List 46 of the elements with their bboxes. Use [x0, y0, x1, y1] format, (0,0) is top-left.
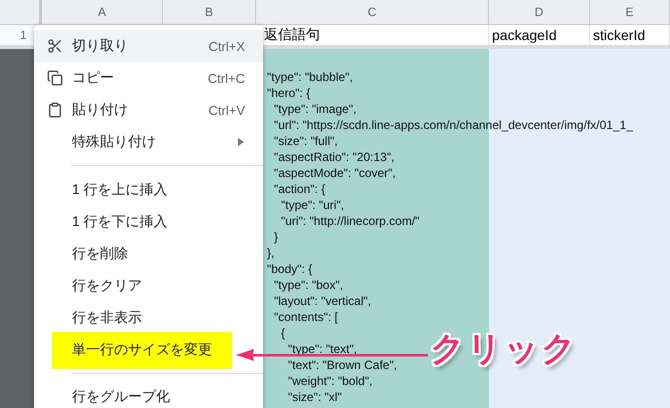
menu-item[interactable]: 貼り付け Ctrl+V: [34, 94, 263, 126]
menu-item[interactable]: 行を削除: [34, 238, 263, 270]
code-line: }: [274, 231, 278, 244]
code-line: "layout": "vertical",: [274, 295, 372, 308]
code-line: "aspectRatio": "20:13",: [274, 151, 394, 164]
callout-text: クリック: [430, 329, 578, 370]
code-line: {: [281, 327, 286, 340]
copy-icon: [47, 70, 63, 86]
shortcut-text: Ctrl+V: [208, 102, 245, 118]
code-line: },: [267, 247, 274, 260]
table-cell: 返信語句: [264, 26, 320, 44]
code-line: "contents": [: [274, 311, 338, 324]
code-line: "type": "uri",: [281, 199, 344, 212]
column-header[interactable]: C: [256, 0, 489, 24]
table-cell: stickerId: [593, 27, 646, 43]
menu-item[interactable]: 1 行を上に挿入: [34, 174, 263, 206]
shortcut-text: Ctrl+X: [208, 38, 245, 54]
code-line: "body": {: [267, 263, 312, 276]
column-header[interactable]: A: [42, 0, 163, 24]
menu-item[interactable]: 1 行を下に挿入: [34, 206, 263, 238]
menu-item[interactable]: 切り取り Ctrl+X: [34, 30, 263, 62]
menu-item[interactable]: 行を非表示: [34, 302, 263, 334]
code-line: "aspectMode": "cover",: [274, 167, 396, 180]
menu-item[interactable]: 行をグループ化: [34, 382, 263, 406]
column-header[interactable]: D: [489, 0, 590, 24]
menu-item[interactable]: 行をクリア: [34, 270, 263, 302]
code-line: "type": "box",: [274, 279, 344, 292]
code-line: "hero": {: [267, 87, 310, 100]
submenu-arrow-icon: [237, 138, 245, 146]
shortcut-text: Ctrl+C: [208, 70, 245, 86]
scissors-icon: [47, 38, 63, 54]
code-line: "size": "xl": [288, 391, 342, 404]
column-header[interactable]: E: [590, 0, 670, 24]
clipboard-icon: [47, 102, 63, 118]
code-line: "text": "Brown Cafe",: [288, 359, 398, 372]
code-line: "size": "full",: [274, 135, 338, 148]
menu-item[interactable]: コピー Ctrl+C: [34, 62, 263, 94]
code-line: "weight": "bold",: [288, 375, 372, 388]
code-line: "type": "image",: [274, 103, 356, 116]
table-cell: packageId: [492, 27, 557, 43]
column-header[interactable]: B: [163, 0, 256, 24]
code-line: "url": "https://scdn.line-apps.com/n/channel_devcenter/img/fx/01_1_: [274, 119, 633, 132]
code-line: "type": "bubble",: [267, 71, 353, 84]
code-line: "uri": "http://linecorp.com/": [281, 215, 420, 228]
menu-item[interactable]: 特殊貼り付け: [34, 126, 263, 158]
code-line: "action": {: [274, 183, 326, 196]
